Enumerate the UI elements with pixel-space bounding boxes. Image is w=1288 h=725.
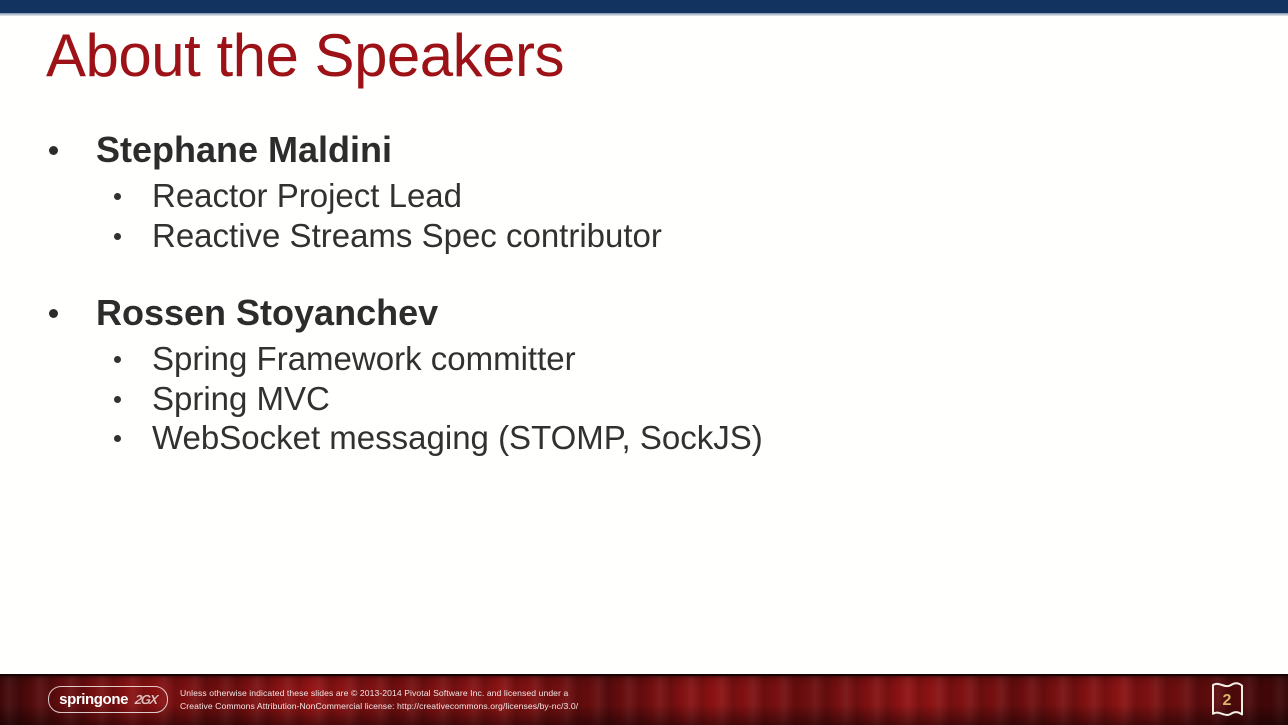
list-item: Reactor Project Lead bbox=[0, 176, 1288, 216]
speaker-block: Stephane Maldini Reactor Project Lead Re… bbox=[0, 128, 1288, 255]
springone-logo-wordmark: springone bbox=[59, 691, 129, 708]
page-number-banner: 2 bbox=[1204, 679, 1250, 721]
speaker-role-label: WebSocket messaging (STOMP, SockJS) bbox=[152, 419, 763, 457]
speaker-roles-list: Spring Framework committer Spring MVC We… bbox=[0, 339, 1288, 458]
2gx-logo-mark: 2GX bbox=[134, 692, 158, 707]
page-title: About the Speakers bbox=[46, 22, 565, 89]
slide-body: Stephane Maldini Reactor Project Lead Re… bbox=[0, 128, 1288, 458]
speaker-block: Rossen Stoyanchev Spring Framework commi… bbox=[0, 291, 1288, 458]
sub-bullet-marker-icon bbox=[114, 232, 121, 240]
top-navy-band bbox=[0, 0, 1288, 13]
list-item: WebSocket messaging (STOMP, SockJS) bbox=[0, 418, 1288, 458]
speaker-name-label: Stephane Maldini bbox=[96, 129, 393, 170]
speaker-name-label: Rossen Stoyanchev bbox=[96, 292, 439, 334]
list-item: Spring MVC bbox=[0, 379, 1288, 419]
springone-logo: springone 2GX bbox=[48, 686, 168, 713]
speaker-roles-list: Reactor Project Lead Reactive Streams Sp… bbox=[0, 176, 1288, 255]
speaker-role-label: Spring Framework committer bbox=[152, 340, 576, 377]
speaker-role-label: Reactive Streams Spec contributor bbox=[152, 216, 662, 254]
sub-bullet-marker-icon bbox=[114, 395, 121, 403]
sub-bullet-marker-icon bbox=[114, 356, 121, 364]
slide: About the Speakers Stephane Maldini Reac… bbox=[0, 0, 1288, 725]
sub-bullet-marker-icon bbox=[114, 193, 121, 201]
license-text: Unless otherwise indicated these slides … bbox=[180, 687, 578, 714]
list-item: Spring Framework committer bbox=[0, 339, 1288, 379]
footer-top-rule bbox=[0, 674, 1288, 676]
slide-footer: springone 2GX Unless otherwise indicated… bbox=[0, 674, 1288, 725]
speaker-name: Stephane Maldini bbox=[0, 128, 1288, 172]
license-line-1: Unless otherwise indicated these slides … bbox=[180, 688, 569, 698]
speaker-role-label: Reactor Project Lead bbox=[152, 176, 463, 214]
speaker-role-label: Spring MVC bbox=[152, 379, 330, 417]
speaker-name: Rossen Stoyanchev bbox=[0, 291, 1288, 335]
bullet-marker-icon bbox=[49, 146, 58, 155]
sub-bullet-marker-icon bbox=[114, 435, 121, 443]
page-number: 2 bbox=[1222, 692, 1232, 709]
list-item: Reactive Streams Spec contributor bbox=[0, 216, 1288, 256]
bullet-marker-icon bbox=[49, 309, 58, 319]
top-band-rule bbox=[0, 13, 1288, 16]
license-line-2: Creative Commons Attribution-NonCommerci… bbox=[180, 701, 579, 712]
